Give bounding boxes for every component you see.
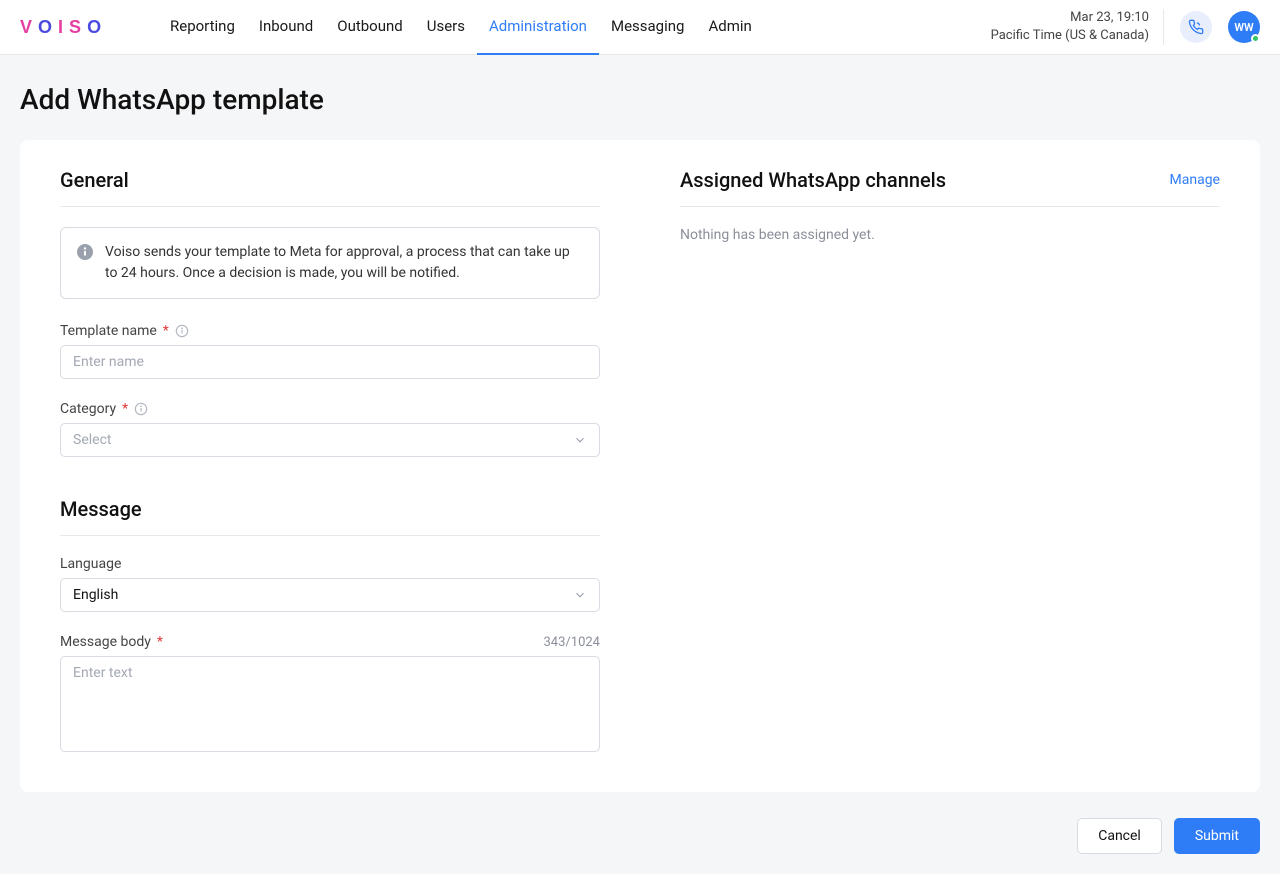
general-section-title: General (60, 168, 600, 207)
nav-administration[interactable]: Administration (477, 0, 599, 55)
info-icon[interactable] (134, 402, 148, 416)
category-label: Category * (60, 401, 600, 417)
message-section-title: Message (60, 497, 600, 536)
language-label: Language (60, 556, 600, 572)
topbar: VOISO Reporting Inbound Outbound Users A… (0, 0, 1280, 55)
voiso-logo-icon: VOISO (20, 17, 130, 37)
topbar-right: Mar 23, 19:10 Pacific Time (US & Canada)… (991, 9, 1260, 44)
chevron-down-icon (573, 588, 587, 602)
avatar-initials: WW (1234, 21, 1253, 34)
left-column: General Voiso sends your template to Met… (20, 168, 640, 756)
chevron-down-icon (573, 433, 587, 447)
page-title: Add WhatsApp template (0, 55, 1280, 140)
language-select[interactable]: English (60, 578, 600, 612)
submit-button[interactable]: Submit (1174, 818, 1260, 854)
template-name-group: Template name * (60, 323, 600, 379)
assigned-empty: Nothing has been assigned yet. (680, 227, 1220, 243)
category-placeholder: Select (73, 432, 111, 448)
logo[interactable]: VOISO (20, 17, 130, 37)
language-value: English (73, 587, 118, 603)
required-marker: * (157, 634, 163, 650)
assigned-section-title: Assigned WhatsApp channels Manage (680, 168, 1220, 207)
info-icon (77, 244, 93, 284)
nav-messaging[interactable]: Messaging (599, 0, 696, 55)
svg-text:VOISO: VOISO (20, 17, 107, 37)
info-icon[interactable] (175, 324, 189, 338)
template-name-label: Template name * (60, 323, 600, 339)
general-title-text: General (60, 168, 129, 192)
phone-icon (1188, 19, 1204, 35)
right-column: Assigned WhatsApp channels Manage Nothin… (640, 168, 1260, 756)
template-name-input[interactable] (60, 345, 600, 379)
nav-users[interactable]: Users (415, 0, 477, 55)
language-group: Language English (60, 556, 600, 612)
language-label-text: Language (60, 556, 121, 572)
footer: Cancel Submit (0, 792, 1280, 874)
main-nav: Reporting Inbound Outbound Users Adminis… (158, 0, 764, 55)
call-icon-button[interactable] (1180, 11, 1212, 43)
required-marker: * (163, 323, 169, 339)
nav-reporting[interactable]: Reporting (158, 0, 247, 55)
required-marker: * (122, 401, 128, 417)
category-label-text: Category (60, 401, 116, 417)
time-block: Mar 23, 19:10 Pacific Time (US & Canada) (991, 9, 1164, 44)
message-body-label: Message body * (60, 634, 163, 650)
cancel-button[interactable]: Cancel (1077, 818, 1162, 854)
timezone: Pacific Time (US & Canada) (991, 27, 1149, 45)
manage-link[interactable]: Manage (1170, 172, 1220, 188)
avatar[interactable]: WW (1228, 11, 1260, 43)
message-body-label-text: Message body (60, 634, 151, 650)
template-name-label-text: Template name (60, 323, 157, 339)
nav-inbound[interactable]: Inbound (247, 0, 325, 55)
status-dot-icon (1251, 34, 1260, 43)
category-group: Category * Select (60, 401, 600, 457)
message-body-group: Message body * 343/1024 (60, 634, 600, 756)
nav-outbound[interactable]: Outbound (325, 0, 415, 55)
assigned-title-text: Assigned WhatsApp channels (680, 168, 946, 192)
info-box: Voiso sends your template to Meta for ap… (60, 227, 600, 299)
info-text: Voiso sends your template to Meta for ap… (105, 242, 583, 284)
category-select[interactable]: Select (60, 423, 600, 457)
main-card: General Voiso sends your template to Met… (20, 140, 1260, 792)
message-body-textarea[interactable] (60, 656, 600, 752)
message-body-label-row: Message body * 343/1024 (60, 634, 600, 650)
nav-admin[interactable]: Admin (696, 0, 763, 55)
datetime: Mar 23, 19:10 (991, 9, 1149, 27)
char-count: 343/1024 (543, 635, 600, 650)
